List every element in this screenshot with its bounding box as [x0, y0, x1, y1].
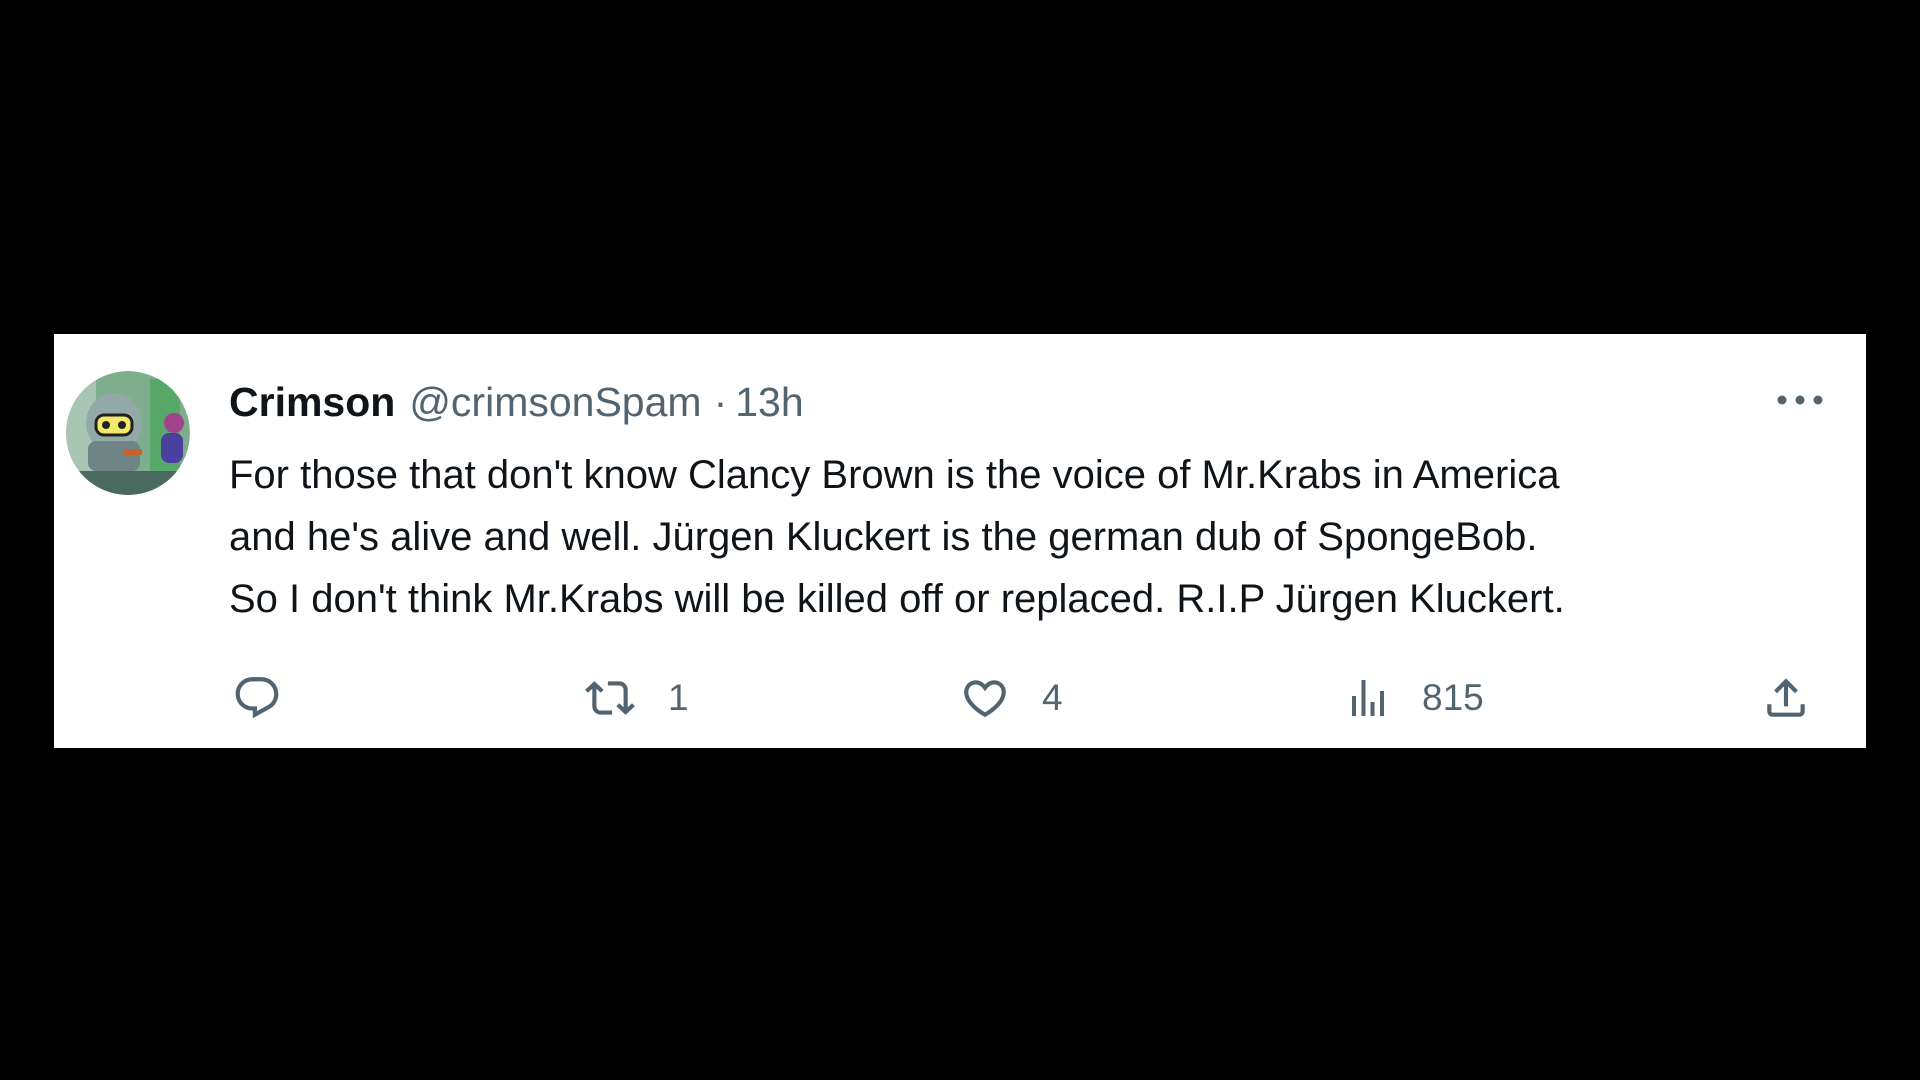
tweet-text: For those that don't know Clancy Brown i…	[229, 444, 1849, 630]
retweet-icon	[585, 681, 635, 715]
share-icon	[1767, 678, 1805, 717]
like-button[interactable]: 4	[958, 672, 1063, 724]
reply-icon	[235, 677, 279, 719]
tweet-header: Crimson @crimsonSpam · 13h	[229, 376, 804, 428]
views-count: 815	[1422, 677, 1484, 718]
views-button[interactable]: 815	[1344, 672, 1484, 724]
user-handle[interactable]: @crimsonSpam	[409, 379, 701, 426]
retweet-button[interactable]: 1	[582, 672, 689, 724]
more-options-icon	[1777, 395, 1823, 405]
views-bar-chart-icon	[1352, 680, 1384, 716]
more-options-button[interactable]	[1772, 378, 1828, 422]
separator-dot: ·	[713, 378, 728, 425]
like-count: 4	[1042, 677, 1063, 718]
tweet-text-line: and he's alive and well. Jürgen Kluckert…	[229, 515, 1538, 559]
retweet-count: 1	[668, 677, 689, 718]
avatar[interactable]	[66, 371, 190, 495]
display-name[interactable]: Crimson	[229, 379, 395, 426]
timestamp[interactable]: 13h	[735, 379, 803, 426]
heart-icon	[964, 680, 1006, 718]
cartoon-robot-avatar-icon	[66, 371, 190, 495]
reply-button[interactable]	[230, 672, 284, 724]
tweet-card[interactable]: Crimson @crimsonSpam · 13h For those tha…	[54, 334, 1866, 748]
share-button[interactable]	[1760, 672, 1812, 724]
tweet-text-line: For those that don't know Clancy Brown i…	[229, 453, 1560, 497]
tweet-text-line: So I don't think Mr.Krabs will be killed…	[229, 577, 1565, 621]
